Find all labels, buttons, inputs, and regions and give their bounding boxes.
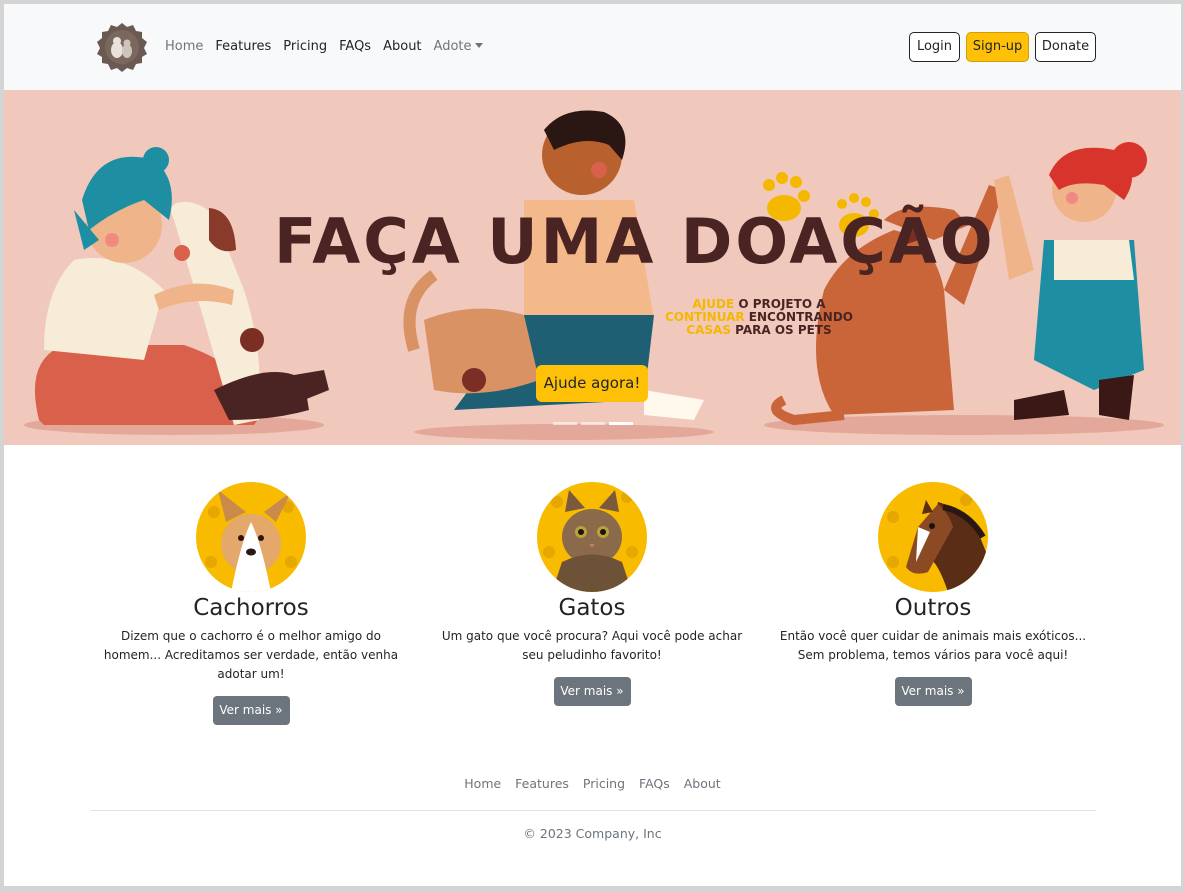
- card-others: Outros Então você quer cuidar de animais…: [773, 482, 1093, 706]
- footer-link-faqs[interactable]: FAQs: [639, 776, 670, 791]
- carousel-indicator-3[interactable]: [609, 422, 633, 425]
- card-title: Outros: [894, 595, 972, 621]
- signup-button[interactable]: Sign-up: [966, 32, 1029, 62]
- footer-link-home[interactable]: Home: [464, 776, 501, 791]
- nav-link-pricing[interactable]: Pricing: [283, 39, 327, 54]
- hero-subtitle: AJUDE O PROJETO A CONTINUAR ENCONTRANDO …: [659, 298, 859, 337]
- copyright: © 2023 Company, Inc: [523, 826, 662, 841]
- card-text: Um gato que você procura? Aqui você pode…: [441, 629, 743, 662]
- footer-link-pricing[interactable]: Pricing: [583, 776, 625, 791]
- nav-link-home[interactable]: Home: [165, 39, 203, 54]
- cat-avatar: [537, 482, 647, 592]
- card-dogs: Cachorros Dizem que o cachorro é o melho…: [91, 482, 411, 725]
- nav-links: Home Features Pricing FAQs About Adote: [165, 39, 495, 54]
- footer-divider: [91, 810, 1096, 811]
- logo-icon[interactable]: [96, 22, 148, 72]
- donate-button[interactable]: Donate: [1035, 32, 1096, 62]
- hero-subtitle-w1: AJUDE: [692, 297, 735, 311]
- hero-carousel: FAÇA UMA DOAÇÃO AJUDE O PROJETO A CONTIN…: [4, 90, 1181, 445]
- nav-link-features[interactable]: Features: [215, 39, 271, 54]
- page: Home Features Pricing FAQs About Adote L…: [4, 4, 1181, 886]
- footer-links: Home Features Pricing FAQs About: [4, 776, 1181, 791]
- login-button[interactable]: Login: [909, 32, 960, 62]
- hero-subtitle-w6: PARA OS PETS: [730, 323, 832, 337]
- carousel-indicators: [553, 422, 633, 425]
- nav-dropdown-label: Adote: [433, 39, 472, 54]
- hero-subtitle-w2: O PROJETO A: [734, 297, 826, 311]
- card-title: Cachorros: [193, 595, 309, 621]
- nav-dropdown-adote[interactable]: Adote: [434, 39, 483, 54]
- footer-link-about[interactable]: About: [684, 776, 721, 791]
- footer-link-features[interactable]: Features: [515, 776, 569, 791]
- hero-title: FAÇA UMA DOAÇÃO: [274, 205, 996, 278]
- see-more-button[interactable]: Ver mais »: [212, 696, 290, 725]
- see-more-button[interactable]: Ver mais »: [553, 677, 631, 706]
- see-more-button[interactable]: Ver mais »: [894, 677, 972, 706]
- card-text: Então você quer cuidar de animais mais e…: [779, 629, 1087, 662]
- hero-subtitle-w5: CASAS: [686, 323, 731, 337]
- card-cats: Gatos Um gato que você procura? Aqui voc…: [432, 482, 752, 706]
- hero-subtitle-w4: ENCONTRANDO: [744, 310, 854, 324]
- nav-link-faqs[interactable]: FAQs: [339, 39, 371, 54]
- dog-avatar: [196, 482, 306, 592]
- hero-subtitle-w3: CONTINUAR: [664, 310, 745, 324]
- carousel-indicator-1[interactable]: [553, 422, 577, 425]
- nav-link-about[interactable]: About: [383, 39, 421, 54]
- card-title: Gatos: [558, 595, 626, 621]
- navbar: Home Features Pricing FAQs About Adote L…: [4, 4, 1181, 90]
- horse-avatar: [878, 482, 988, 592]
- carousel-indicator-2[interactable]: [581, 422, 605, 425]
- girl-high-five-dog-illustration: [771, 142, 1147, 426]
- chevron-down-icon: [474, 43, 483, 48]
- card-text: Dizem que o cachorro é o melhor amigo do…: [103, 629, 399, 681]
- girl-with-dog-illustration: [34, 147, 329, 425]
- help-now-button[interactable]: Ajude agora!: [536, 365, 648, 402]
